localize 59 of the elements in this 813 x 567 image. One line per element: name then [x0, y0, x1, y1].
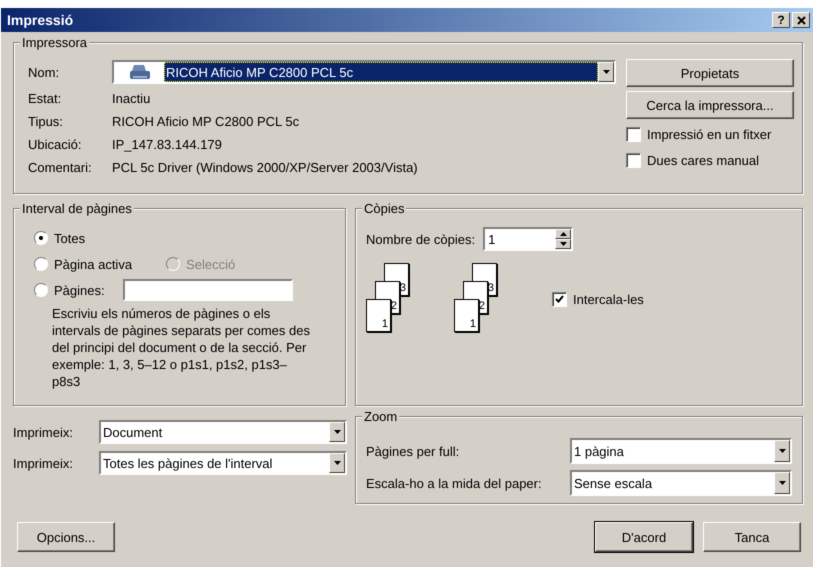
checkbox[interactable]: [626, 152, 641, 168]
info-label: Estat:: [28, 91, 62, 106]
close-icon: [796, 16, 806, 24]
field-label: Escala-ho a la mida del paper:: [366, 476, 542, 490]
printer-icon: [128, 63, 152, 81]
radio-label: Pàgina activa: [54, 256, 132, 272]
dropdown[interactable]: 1 pàgina: [570, 438, 792, 464]
dropdown-arrow-icon: [778, 449, 786, 453]
dialog-button[interactable]: Propietats: [626, 59, 794, 87]
radio-label: Selecció: [186, 256, 236, 272]
window-title: Impressió: [7, 12, 74, 28]
field-label: Pàgines per full:: [366, 444, 460, 458]
pages-input-field[interactable]: [122, 279, 293, 301]
dialog-button[interactable]: Cerca la impressora...: [626, 91, 794, 119]
dropdown-arrow-icon: [334, 461, 340, 465]
info-label: Tipus:: [28, 114, 64, 129]
dialog-button[interactable]: D'acord: [595, 522, 693, 552]
group-title: Impressora: [20, 35, 90, 50]
dropdown[interactable]: Sense escala: [570, 470, 792, 496]
down-arrow-icon: [560, 242, 567, 246]
checkbox-label: Dues cares manual: [647, 152, 759, 168]
group-title: Zoom: [362, 409, 400, 424]
dialog-button[interactable]: Opcions...: [17, 522, 115, 552]
page-sheet: 1: [366, 299, 391, 332]
checkbox-label: Intercala-les: [573, 292, 644, 306]
field-label: Nombre de còpies:: [366, 232, 476, 246]
dropdown-arrow-icon: [602, 70, 610, 74]
checkbox[interactable]: [626, 126, 641, 142]
help-text: Escriviu els números de pàgines o els intervals de pàgines separats per comes des del principi del document o de la secció. Per exemple: 1, 3, 5–12 o p1s1, p1s2, p1s3–p8s3: [52, 305, 311, 390]
radio-button[interactable]: [34, 283, 48, 297]
dialog-button[interactable]: Tanca: [703, 522, 801, 552]
dropdown-arrow-icon: [334, 430, 340, 434]
checkbox[interactable]: [552, 292, 567, 306]
info-value: RICOH Aficio MP C2800 PCL 5c: [112, 114, 300, 129]
checkbox-label: Impressió en un fitxer: [647, 126, 772, 142]
field-label: Nom:: [28, 64, 60, 80]
info-value: PCL 5c Driver (Windows 2000/XP/Server 2003/Vista): [112, 160, 418, 175]
field-label: Imprimeix:: [13, 456, 74, 470]
group-title: Còpies: [362, 201, 406, 216]
radio-button[interactable]: [34, 231, 48, 245]
dropdown-arrow-icon: [778, 481, 786, 485]
checkmark-icon: [555, 294, 564, 304]
radio-label: Pàgines:: [54, 282, 105, 298]
dropdown[interactable]: Document: [99, 420, 347, 444]
info-value: Inactiu: [112, 91, 150, 106]
close-button[interactable]: [792, 12, 810, 28]
help-button[interactable]: ?: [772, 12, 790, 28]
dropdown[interactable]: Totes les pàgines de l'interval: [99, 451, 347, 475]
page-sheet: 1: [454, 299, 479, 332]
copies-spin-field[interactable]: 1: [483, 227, 574, 251]
info-value: IP_147.83.144.179: [112, 137, 222, 152]
info-label: Comentari:: [28, 160, 93, 175]
field-label: Imprimeix:: [13, 424, 74, 440]
info-label: Ubicació:: [28, 137, 82, 152]
radio-label: Totes: [54, 230, 86, 246]
up-arrow-icon: [560, 232, 567, 236]
group-title: Interval de pàgines: [20, 201, 134, 216]
radio-button[interactable]: [34, 257, 48, 271]
printer-dropdown[interactable]: RICOH Aficio MP C2800 PCL 5c: [112, 60, 616, 84]
